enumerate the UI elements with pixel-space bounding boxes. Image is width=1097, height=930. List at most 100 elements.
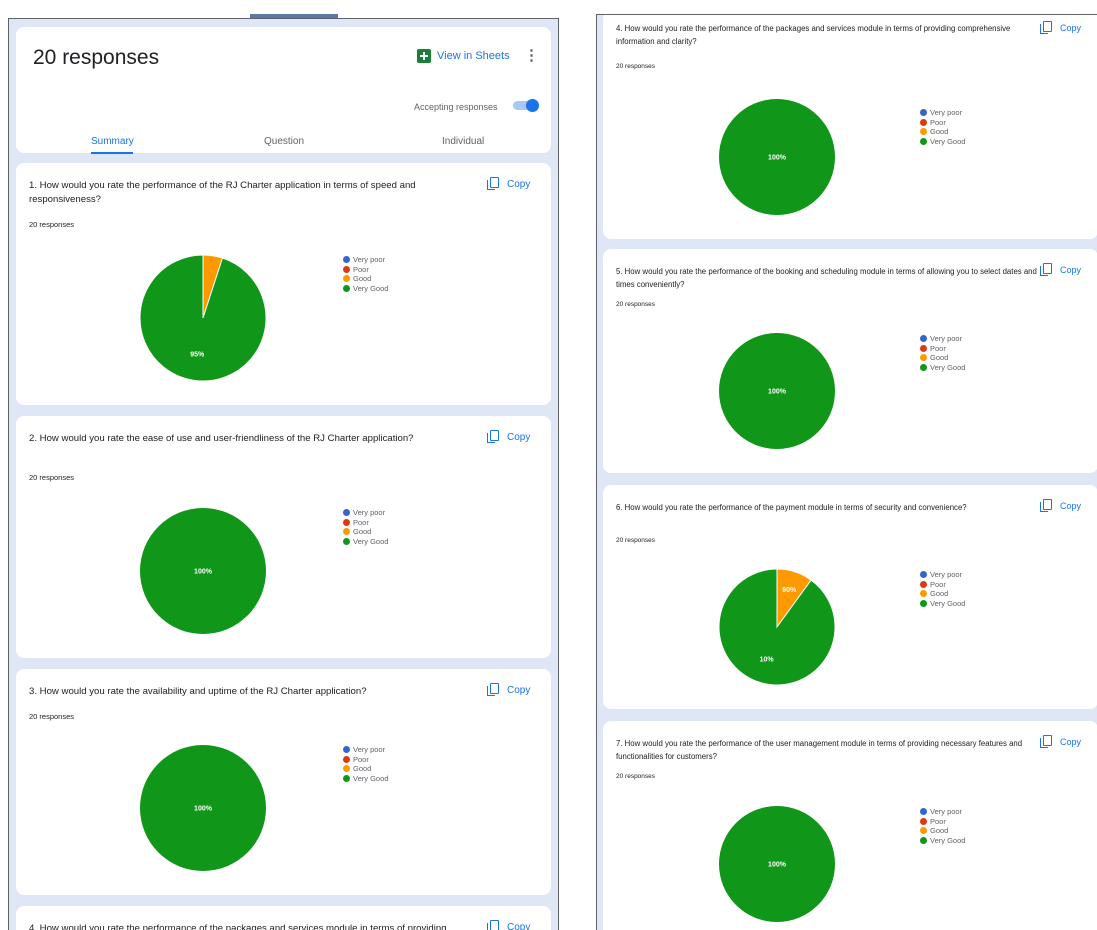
legend-label: Poor xyxy=(353,755,369,764)
legend-item: Poor xyxy=(343,518,388,528)
copy-label: Copy xyxy=(1060,501,1081,511)
legend-item: Good xyxy=(920,353,965,363)
response-count: 20 responses xyxy=(29,473,74,482)
legend-item: Very Good xyxy=(343,537,388,547)
sheets-icon xyxy=(417,49,431,63)
legend-item: Very Good xyxy=(920,137,965,147)
question-text: 3. How would you rate the availability a… xyxy=(29,685,479,699)
copy-label: Copy xyxy=(507,179,530,190)
legend-label: Very Good xyxy=(930,363,965,372)
question-text: 6. How would you rate the performance of… xyxy=(616,501,1041,514)
question-card-7: 7. How would you rate the performance of… xyxy=(603,721,1097,930)
legend-label: Good xyxy=(353,274,371,283)
tab-summary[interactable]: Summary xyxy=(91,136,134,147)
left-screenshot-panel: 20 responses View in Sheets ⋮ Accepting … xyxy=(8,18,559,930)
accepting-responses-toggle[interactable] xyxy=(513,99,539,111)
response-count-title: 20 responses xyxy=(33,46,159,70)
copy-label: Copy xyxy=(1060,265,1081,275)
legend-item: Very poor xyxy=(920,807,965,817)
pie-slice-label: 100% xyxy=(768,155,787,162)
copy-chart-button[interactable]: Copy xyxy=(1040,263,1081,277)
legend-swatch xyxy=(343,256,350,263)
question-card-1: 1. How would you rate the performance of… xyxy=(16,163,551,405)
legend-swatch xyxy=(343,746,350,753)
question-card-4-partial: 4. How would you rate the performance of… xyxy=(16,906,551,930)
more-options-icon[interactable]: ⋮ xyxy=(524,46,539,64)
legend-label: Very poor xyxy=(930,108,962,117)
legend-item: Good xyxy=(343,764,388,774)
legend-item: Very Good xyxy=(920,363,965,373)
pie-slice-label: 10% xyxy=(760,656,775,663)
legend-swatch xyxy=(920,808,927,815)
tab-individual[interactable]: Individual xyxy=(442,136,484,147)
legend-item: Very Good xyxy=(343,774,388,784)
pie-chart: 100% xyxy=(718,332,836,450)
question-card-4: 4. How would you rate the performance of… xyxy=(603,14,1097,239)
view-in-sheets-button[interactable]: View in Sheets xyxy=(417,49,510,63)
copy-icon xyxy=(1040,499,1054,513)
legend-item: Very Good xyxy=(920,836,965,846)
legend-swatch xyxy=(343,538,350,545)
legend-swatch xyxy=(343,509,350,516)
legend-label: Very Good xyxy=(930,836,965,845)
response-count: 20 responses xyxy=(29,712,74,721)
pie-chart: 100% xyxy=(139,507,267,635)
question-text: 2. How would you rate the ease of use an… xyxy=(29,432,449,446)
legend-item: Poor xyxy=(920,344,965,354)
legend-swatch xyxy=(343,285,350,292)
legend-item: Good xyxy=(343,274,388,284)
legend-item: Very Good xyxy=(343,284,388,294)
response-count: 20 responses xyxy=(616,301,655,308)
pie-slice-label: 100% xyxy=(768,862,787,869)
pie-slice-label: 100% xyxy=(768,389,787,396)
legend-item: Very poor xyxy=(920,334,965,344)
legend-label: Good xyxy=(930,127,948,136)
legend-label: Very poor xyxy=(930,570,962,579)
legend-item: Good xyxy=(343,527,388,537)
copy-chart-button[interactable]: Copy xyxy=(487,683,530,697)
chart-legend: Very poorPoorGoodVery Good xyxy=(920,807,965,845)
legend-swatch xyxy=(920,600,927,607)
response-count: 20 responses xyxy=(616,537,655,544)
pie-slice-label: 100% xyxy=(194,569,213,576)
legend-swatch xyxy=(920,335,927,342)
legend-label: Very Good xyxy=(930,137,965,146)
legend-label: Very Good xyxy=(353,774,388,783)
pie-chart: 90%10% xyxy=(718,568,836,686)
legend-swatch xyxy=(920,138,927,145)
chart-legend: Very poorPoorGoodVery Good xyxy=(343,508,388,546)
legend-swatch xyxy=(343,519,350,526)
copy-chart-button[interactable]: Copy xyxy=(1040,735,1081,749)
pie-chart: 100% xyxy=(718,805,836,923)
question-card-6: 6. How would you rate the performance of… xyxy=(603,485,1097,709)
pie-chart: 100% xyxy=(718,98,836,216)
copy-chart-button[interactable]: Copy xyxy=(1040,21,1081,35)
legend-swatch xyxy=(920,571,927,578)
copy-chart-button[interactable]: Copy xyxy=(1040,499,1081,513)
legend-item: Good xyxy=(920,589,965,599)
copy-label: Copy xyxy=(1060,737,1081,747)
copy-icon xyxy=(487,430,501,444)
copy-chart-button[interactable]: Copy xyxy=(487,177,530,191)
legend-label: Very Good xyxy=(353,284,388,293)
legend-item: Poor xyxy=(920,118,965,128)
response-count: 20 responses xyxy=(29,220,74,229)
legend-label: Poor xyxy=(930,344,946,353)
copy-icon xyxy=(1040,263,1054,277)
response-count: 20 responses xyxy=(616,63,655,70)
legend-label: Very poor xyxy=(353,745,385,754)
legend-swatch xyxy=(920,364,927,371)
copy-chart-button[interactable]: Copy xyxy=(487,430,530,444)
legend-item: Very poor xyxy=(343,745,388,755)
pie-slice-label: 100% xyxy=(194,806,213,813)
pie-chart: 100% xyxy=(139,744,267,872)
chart-legend: Very poorPoorGoodVery Good xyxy=(343,255,388,293)
legend-swatch xyxy=(920,581,927,588)
legend-swatch xyxy=(343,756,350,763)
pie-slice xyxy=(719,569,835,685)
question-text: 5. How would you rate the performance of… xyxy=(616,265,1041,291)
question-text: 7. How would you rate the performance of… xyxy=(616,737,1041,763)
legend-swatch xyxy=(920,128,927,135)
legend-item: Poor xyxy=(343,265,388,275)
tab-question[interactable]: Question xyxy=(264,136,304,147)
